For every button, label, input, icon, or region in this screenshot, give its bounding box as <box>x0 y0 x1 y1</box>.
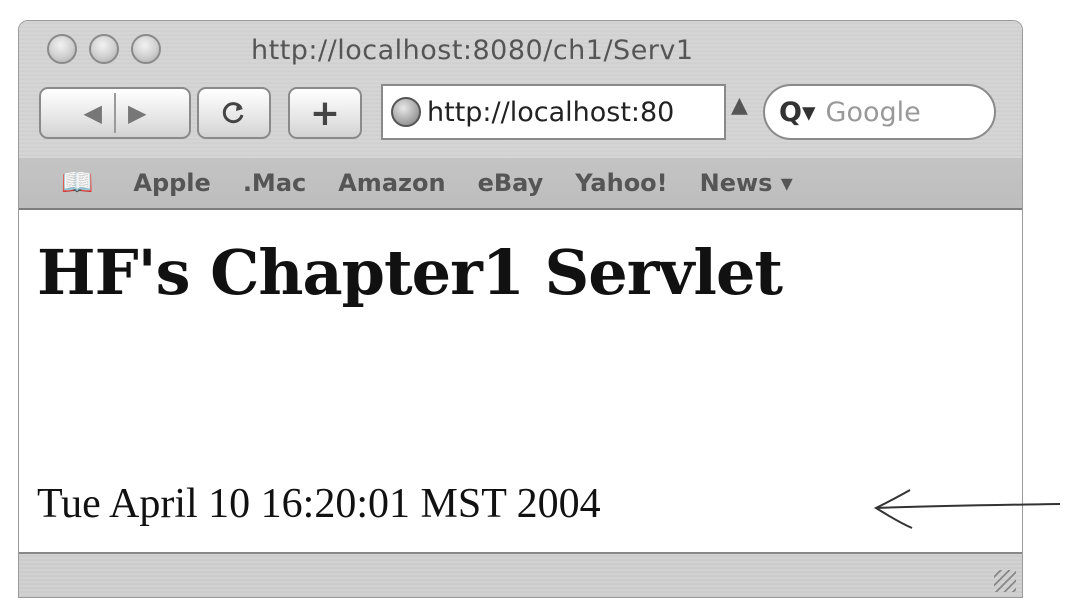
date-output: Tue April 10 16:20:01 MST 2004 <box>37 481 601 527</box>
bookmark-news-menu[interactable]: News ▾ <box>700 169 793 197</box>
close-window-button[interactable] <box>47 34 77 64</box>
divider <box>114 93 116 133</box>
bookmark-apple[interactable]: Apple <box>133 169 210 197</box>
reload-button[interactable] <box>197 87 271 139</box>
reload-icon <box>222 102 244 124</box>
forward-arrow-icon[interactable]: ▶ <box>128 99 146 127</box>
address-text: http://localhost:80 <box>427 96 675 128</box>
search-field[interactable]: Q▾ <box>763 84 996 140</box>
zoom-window-button[interactable] <box>131 34 161 64</box>
bookmark-yahoo[interactable]: Yahoo! <box>575 169 667 197</box>
add-bookmark-button[interactable]: + <box>288 87 362 139</box>
resize-grip-icon[interactable] <box>994 570 1016 592</box>
back-forward-buttons: ◀ ▶ <box>39 87 191 139</box>
search-input[interactable] <box>823 95 948 129</box>
bookmark-ebay[interactable]: eBay <box>478 169 544 197</box>
window-controls <box>47 34 161 64</box>
bookmarks-bar: 📖 Apple .Mac Amazon eBay Yahoo! News ▾ <box>19 158 1022 210</box>
url-dropdown-icon[interactable]: ▲ <box>731 93 748 118</box>
bookmark-mac[interactable]: .Mac <box>243 169 306 197</box>
search-icon[interactable]: Q▾ <box>779 97 816 128</box>
address-bar[interactable]: http://localhost:80 <box>381 84 726 140</box>
page-heading: HF's Chapter1 Servlet <box>37 236 783 309</box>
bookmarks-book-icon[interactable]: 📖 <box>61 168 93 198</box>
back-arrow-icon[interactable]: ◀ <box>84 99 102 127</box>
browser-toolbar: http://localhost:8080/ch1/Serv1 ◀ ▶ + ht… <box>19 21 1022 159</box>
window-title: http://localhost:8080/ch1/Serv1 <box>251 35 694 66</box>
status-bar <box>19 552 1022 597</box>
minimize-window-button[interactable] <box>89 34 119 64</box>
bookmark-amazon[interactable]: Amazon <box>338 169 445 197</box>
annotation-arrow-icon <box>873 489 1061 529</box>
globe-icon <box>391 97 421 127</box>
